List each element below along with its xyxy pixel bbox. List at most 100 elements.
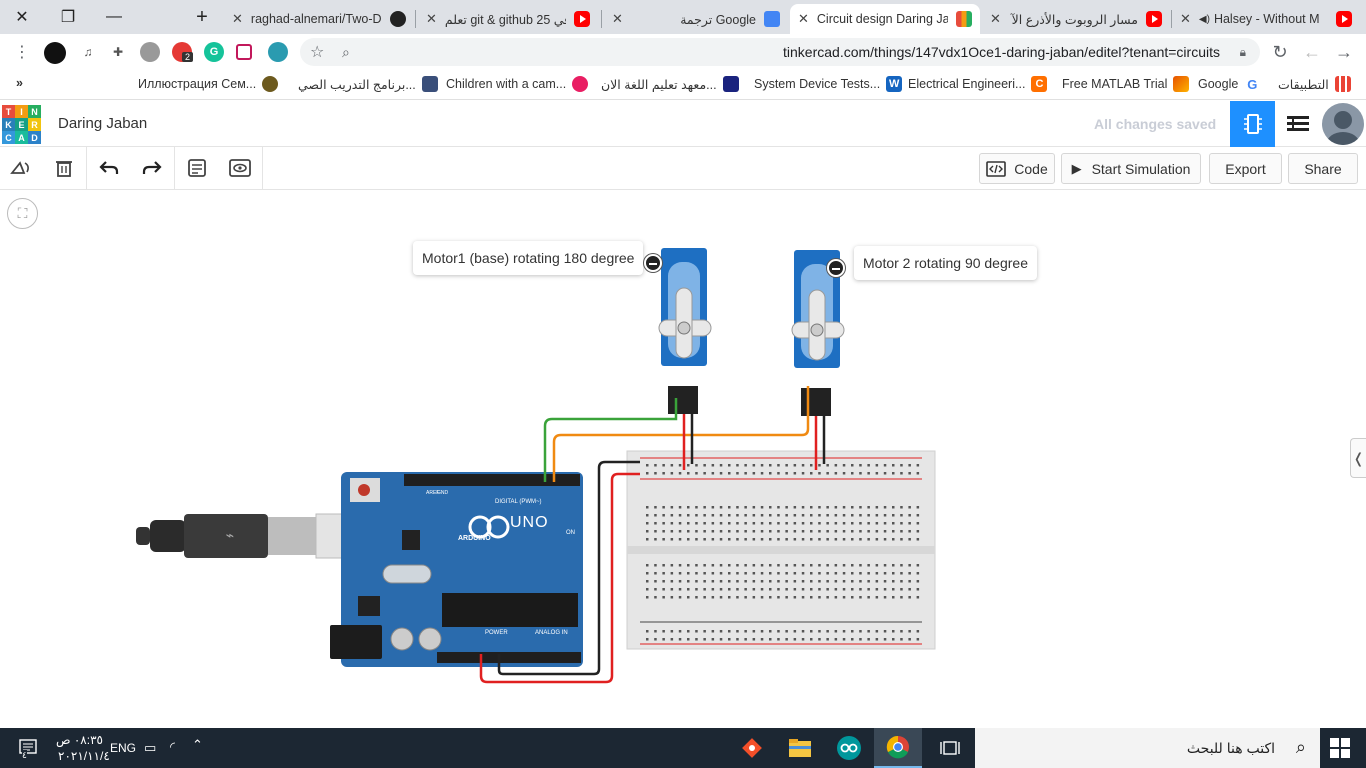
back-icon[interactable]: → <box>1332 40 1356 64</box>
task-view-icon[interactable] <box>926 728 974 768</box>
bookmark-item[interactable]: System Device Tests... W <box>754 76 903 92</box>
note-text[interactable]: Motor 2 rotating 90 degree <box>863 255 1028 271</box>
browser-tab[interactable]: ✕ تعلم git & github في 25 <box>418 4 598 34</box>
logo-letter: N <box>28 105 41 118</box>
bookmark-item[interactable]: Children with a cam... <box>446 76 589 92</box>
notes-icon[interactable] <box>182 153 212 183</box>
circuit-view-button[interactable] <box>1230 101 1275 147</box>
battery-icon[interactable]: ▭ <box>144 740 156 756</box>
note-collapse-icon[interactable] <box>644 254 662 272</box>
browser-tab[interactable]: ✕ ◀) Halsey - Without M <box>1172 4 1360 34</box>
bookmark-label: System Device Tests... <box>754 77 881 91</box>
file-explorer-icon[interactable] <box>776 728 824 768</box>
bookmark-item[interactable]: Electrical Engineeri... C <box>908 76 1048 92</box>
forward-icon[interactable]: ← <box>1300 40 1324 64</box>
bookmark-favicon-icon <box>421 76 438 92</box>
arduino-ide-icon[interactable] <box>825 728 873 768</box>
youtube-icon <box>1336 11 1352 27</box>
bookmark-item[interactable]: برنامج التدريب الصي... <box>298 76 438 92</box>
export-button[interactable]: Export <box>1209 153 1282 184</box>
url-text[interactable]: tinkercad.com/things/147vdx1Oce1-daring-… <box>783 44 1220 60</box>
close-tab-icon[interactable]: ✕ <box>798 11 809 27</box>
browser-tab[interactable]: ✕ ترجمة Google <box>604 4 788 34</box>
wifi-icon[interactable]: ◜ <box>170 739 175 755</box>
close-window-icon[interactable]: ✕ <box>2 4 42 30</box>
reload-icon[interactable]: ↻ <box>1268 40 1292 64</box>
redo-icon[interactable] <box>137 153 167 183</box>
servo-motor-1[interactable] <box>658 248 712 414</box>
design-name[interactable]: Daring Jaban <box>58 115 147 132</box>
new-tab-icon[interactable]: + <box>182 4 222 30</box>
rotate-icon[interactable] <box>6 153 36 183</box>
start-simulation-button[interactable]: ▶ Start Simulation <box>1061 153 1201 184</box>
git-app-icon[interactable] <box>728 728 776 768</box>
notification-center-icon[interactable]: ٤ <box>18 738 40 761</box>
tinkercad-logo[interactable]: T I N K E R C A D <box>2 105 42 145</box>
minimize-window-icon[interactable]: — <box>94 4 134 30</box>
address-bar[interactable]: ☆ ⌕ tinkercad.com/things/147vdx1Oce1-dar… <box>300 38 1260 66</box>
browser-tab[interactable]: ✕ مسار الروبوت والأذرع الآ <box>982 4 1170 34</box>
close-tab-icon[interactable]: ✕ <box>232 11 243 27</box>
lock-icon[interactable]: 🔒︎ <box>1240 45 1246 60</box>
note-text[interactable]: Motor1 (base) rotating 180 degree <box>422 250 634 266</box>
bookmark-item[interactable]: معهد تعليم اللغة الان... <box>601 76 739 92</box>
windows-start-icon[interactable] <box>1330 738 1350 761</box>
grammarly-icon[interactable]: G <box>204 42 224 62</box>
note-collapse-icon[interactable] <box>827 259 845 277</box>
clock-time[interactable]: ٠٨:٣٥ ص <box>56 733 103 747</box>
breadboard[interactable] <box>626 450 936 650</box>
svg-text:⌁: ⌁ <box>226 528 234 544</box>
opera-extension-icon[interactable]: 2 <box>172 42 194 62</box>
pocket-icon[interactable] <box>236 44 252 60</box>
show-hidden-icons-icon[interactable]: ⌃ <box>192 737 203 753</box>
arduino-uno-board[interactable] <box>330 472 583 667</box>
note-motor2[interactable]: Motor 2 rotating 90 degree <box>854 246 1037 280</box>
browser-tab[interactable]: ✕ raghad-alnemari/Two-D <box>224 4 414 34</box>
eye-extension-icon[interactable] <box>268 42 288 62</box>
extension-circle-icon[interactable] <box>140 42 160 62</box>
bookmark-favicon-icon <box>572 76 589 92</box>
close-tab-icon[interactable]: ✕ <box>426 11 437 27</box>
bookmark-label: معهد تعليم اللغة الان... <box>601 77 717 92</box>
note-motor1[interactable]: Motor1 (base) rotating 180 degree <box>413 241 644 275</box>
bookmark-item[interactable]: Google G <box>1198 76 1260 92</box>
bookmarks-overflow-icon[interactable]: » <box>16 76 23 90</box>
extensions-puzzle-icon[interactable]: ✚ <box>108 42 128 62</box>
close-tab-icon[interactable]: ✕ <box>990 11 1001 27</box>
taskbar-search-box[interactable]: اكتب هنا للبحث ⌕ <box>975 728 1320 768</box>
browser-tab-active[interactable]: ✕ Circuit design Daring Ja <box>790 4 980 34</box>
github-icon <box>390 11 406 27</box>
save-status: All changes saved <box>1094 116 1217 132</box>
bookmark-label: Children with a cam... <box>446 77 567 91</box>
bookmarks-bar: » Иллюстрация Сем... برنامج التدريب الصي… <box>0 70 1366 100</box>
close-tab-icon[interactable]: ✕ <box>1180 11 1191 27</box>
user-avatar[interactable] <box>1322 103 1364 145</box>
menu-dots-icon[interactable]: ⋮ <box>10 40 34 64</box>
google-icon: G <box>1247 76 1258 92</box>
bookmark-item[interactable]: Free MATLAB Trial <box>1062 76 1190 92</box>
bookmark-star-icon[interactable]: ☆ <box>310 42 324 62</box>
editor-toolbar: Code ▶ Start Simulation Export Share <box>0 147 1366 190</box>
logo-letter: I <box>15 105 28 118</box>
profile-icon[interactable] <box>44 42 66 64</box>
bookmark-item[interactable]: Иллюстрация Сем... <box>138 76 279 92</box>
bookmark-item-apps[interactable]: التطبيقات <box>1278 76 1351 92</box>
undo-icon[interactable] <box>94 153 124 183</box>
bookmark-label: Electrical Engineeri... <box>908 77 1026 91</box>
language-indicator[interactable]: ENG <box>110 741 136 755</box>
bookmark-label: برنامج التدريب الصي... <box>298 77 416 92</box>
code-label: Code <box>1014 160 1048 177</box>
code-button[interactable]: Code <box>979 153 1055 184</box>
notes-visibility-icon[interactable] <box>225 153 255 183</box>
circuit-canvas[interactable]: ⛶ ❬ ⌁ UNO ARDUINO DIGITAL (PWM~) POWER A… <box>0 190 1366 728</box>
power-pins-label: POWER <box>485 630 508 636</box>
component-list-button[interactable] <box>1276 101 1320 147</box>
media-control-icon[interactable]: ♫ <box>78 42 98 62</box>
share-button[interactable]: Share <box>1288 153 1358 184</box>
clock-date[interactable]: ٢٠٢١/١١/٤ <box>58 749 110 763</box>
restore-window-icon[interactable]: ❐ <box>48 4 88 30</box>
chrome-icon[interactable] <box>874 728 922 768</box>
delete-icon[interactable] <box>49 153 79 183</box>
search-lens-icon[interactable]: ⌕ <box>342 44 350 61</box>
close-tab-icon[interactable]: ✕ <box>612 11 623 27</box>
